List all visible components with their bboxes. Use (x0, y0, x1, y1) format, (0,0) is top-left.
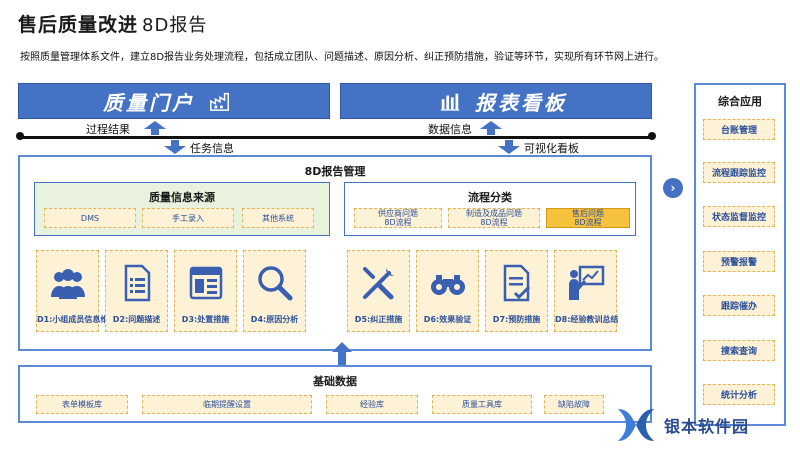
watermark-text: 银本软件园 (664, 417, 750, 436)
step-d2[interactable]: D2:问题描述 (105, 250, 168, 332)
step-d8-label: D8:经验教训总结 (555, 315, 619, 324)
quality-portal-banner[interactable]: 质量门户 (18, 83, 330, 119)
integrated-apps-title: 综合应用 (718, 95, 762, 108)
arrow-up-icon (144, 121, 166, 135)
step-d4-label: D4:原因分析 (250, 315, 299, 324)
flow-chip-supplier-line1: 供应商问题 (378, 209, 418, 218)
chevron-right-icon[interactable]: › (663, 178, 683, 198)
flow-label-task-info: 任务信息 (190, 142, 234, 155)
flow-chip-aftersales-line2: 8D流程 (574, 218, 602, 227)
binoculars-icon (430, 275, 465, 295)
app-process-tracking[interactable]: 流程跟踪监控 (703, 162, 775, 183)
magnifier-icon (257, 266, 292, 301)
divider-line (16, 132, 656, 140)
step-d6[interactable]: D6:效果验证 (416, 250, 479, 332)
flow-chip-manufacturing-line1: 制造及成品问题 (466, 209, 522, 218)
flow-label-process-result: 过程结果 (86, 123, 130, 136)
step-d1-label: D1:小组成员信息维护 (37, 315, 117, 324)
source-chip-dms[interactable]: DMS (44, 208, 136, 228)
quality-source-title: 质量信息来源 (149, 191, 215, 204)
form-icon (189, 266, 222, 300)
base-data-panel: 基础数据 (18, 365, 652, 423)
title-main: 售后质量改进 (18, 14, 139, 36)
page-title: 售后质量改进 8D报告 (18, 10, 207, 37)
watermark: 银本软件园 (614, 400, 800, 450)
flow-chip-manufacturing-line2: 8D流程 (480, 218, 508, 227)
app-search-query[interactable]: 搜索查询 (703, 340, 775, 361)
app-ledger-management[interactable]: 台账管理 (703, 119, 775, 140)
app-alert-warning[interactable]: 预警报警 (703, 251, 775, 272)
flow-label-data-info: 数据信息 (428, 123, 472, 136)
report-dashboard-label: 报表看板 (475, 90, 567, 115)
title-sub: 8D报告 (142, 15, 208, 36)
base-chip-defect-fault[interactable]: 缺陷故障 (544, 395, 604, 414)
arrow-up-icon (480, 121, 502, 135)
step-d3-label: D3:处置措施 (181, 315, 230, 324)
document-icon (124, 264, 150, 302)
app-follow-up[interactable]: 跟踪催办 (703, 295, 775, 316)
8d-report-title: 8D报告管理 (304, 165, 366, 178)
step-d4[interactable]: D4:原因分析 (243, 250, 306, 332)
base-chip-experience-library[interactable]: 经验库 (326, 395, 418, 414)
base-data-title: 基础数据 (313, 375, 357, 388)
step-d7[interactable]: D7:预防措施 (485, 250, 548, 332)
step-d6-label: D6:效果验证 (423, 315, 472, 324)
team-icon (50, 269, 85, 299)
step-d7-label: D7:预防措施 (492, 315, 541, 324)
base-chip-reminder-settings[interactable]: 临期提醒设置 (142, 395, 312, 414)
app-status-monitoring[interactable]: 状态监督监控 (703, 206, 775, 227)
bar-chart-icon (440, 93, 460, 111)
arrow-up-icon (332, 342, 352, 366)
flow-class-title: 流程分类 (468, 191, 512, 204)
step-d5-label: D5:纠正措施 (354, 315, 403, 324)
step-d2-label: D2:问题描述 (112, 315, 161, 324)
step-d1[interactable]: D1:小组成员信息维护 (36, 250, 117, 332)
flow-chip-supplier[interactable]: 供应商问题 8D流程 (354, 208, 442, 228)
base-chip-quality-tools[interactable]: 质量工具库 (432, 395, 532, 414)
step-d8[interactable]: D8:经验教训总结 (554, 250, 619, 332)
source-chip-manual[interactable]: 手工录入 (142, 208, 234, 228)
base-chip-form-template[interactable]: 表单模板库 (36, 395, 128, 414)
flow-chip-aftersales[interactable]: 售后问题 8D流程 (546, 208, 630, 228)
flow-chip-supplier-line2: 8D流程 (384, 218, 412, 227)
flow-label-visual-board: 可视化看板 (524, 142, 579, 155)
factory-icon (210, 92, 229, 111)
flow-chip-aftersales-line1: 售后问题 (572, 209, 604, 218)
checklist-icon (503, 264, 530, 302)
arrow-down-icon (164, 140, 186, 154)
flow-chip-manufacturing[interactable]: 制造及成品问题 8D流程 (448, 208, 540, 228)
step-d5[interactable]: D5:纠正措施 (347, 250, 410, 332)
presentation-icon (568, 265, 604, 300)
report-dashboard-banner[interactable]: 报表看板 (340, 83, 652, 119)
tools-icon (362, 267, 395, 300)
page-description: 按照质量管理体系文件，建立8D报告业务处理流程，包括成立团队、问题描述、原因分析… (20, 52, 665, 63)
arrow-down-icon (498, 140, 520, 154)
quality-portal-label: 质量门户 (103, 90, 195, 115)
source-chip-other[interactable]: 其他系统 (242, 208, 314, 228)
brand-logo-icon (618, 409, 654, 441)
step-d3[interactable]: D3:处置措施 (174, 250, 237, 332)
